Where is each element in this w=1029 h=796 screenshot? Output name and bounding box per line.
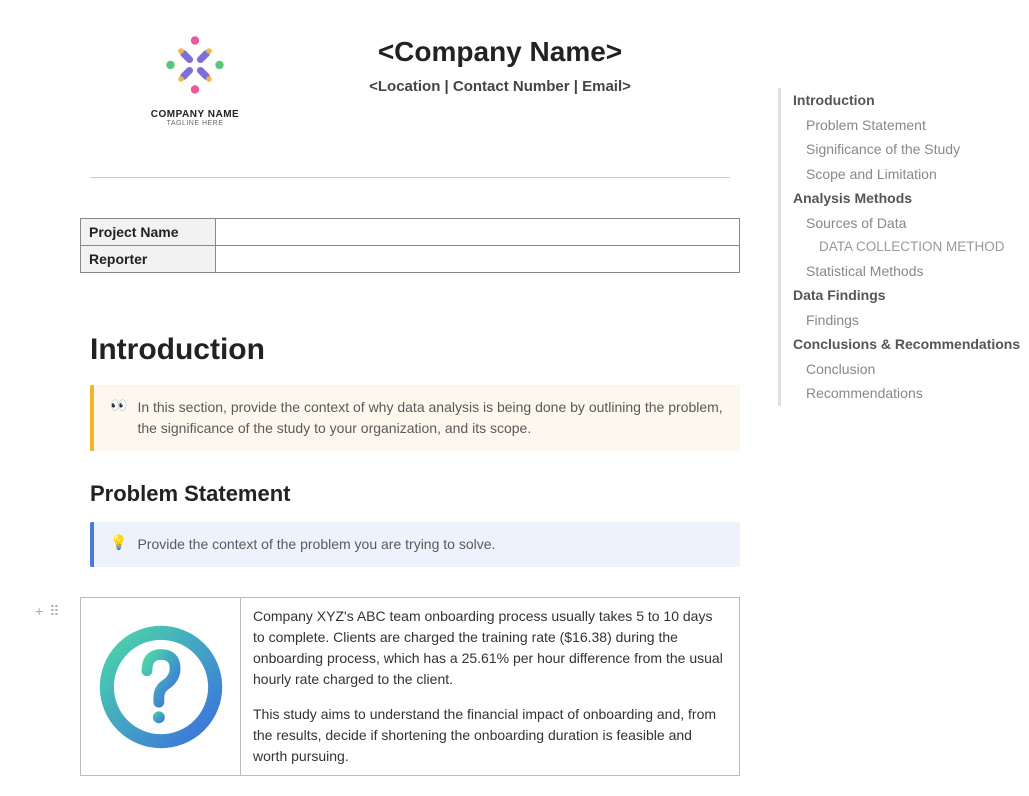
main-content: COMPANY NAME TAGLINE HERE <Company Name>… [0,0,740,796]
toc-item-statistical[interactable]: Statistical Methods [793,259,1008,284]
reporter-label: Reporter [81,246,216,273]
toc-item-recommendations[interactable]: Recommendations [793,381,1008,406]
body-paragraph: Company XYZ's ABC team onboarding proces… [253,606,727,690]
block-controls: + ⠿ [35,603,59,620]
toc-item-data-findings[interactable]: Data Findings [793,283,1008,308]
content-text-cell[interactable]: Company XYZ's ABC team onboarding proces… [241,598,739,775]
callout-text: In this section, provide the context of … [137,397,724,439]
toc-item-conclusion[interactable]: Conclusion [793,357,1008,382]
toc-item-sources[interactable]: Sources of Data [793,211,1008,236]
problem-statement-heading[interactable]: Problem Statement [90,481,740,507]
toc-item-analysis-methods[interactable]: Analysis Methods [793,186,1008,211]
project-name-value[interactable] [216,219,740,246]
add-block-button[interactable]: + [35,603,43,620]
logo-tagline: TAGLINE HERE [130,120,260,127]
logo-company-name: COMPANY NAME [130,109,260,120]
table-row: Reporter [81,246,740,273]
introduction-callout[interactable]: 👀 In this section, provide the context o… [90,385,740,451]
reporter-value[interactable] [216,246,740,273]
callout-text: Provide the context of the problem you a… [137,534,495,555]
project-name-label: Project Name [81,219,216,246]
problem-content-block[interactable]: Company XYZ's ABC team onboarding proces… [80,597,740,776]
table-of-contents: Introduction Problem Statement Significa… [778,88,1008,406]
logo-block: COMPANY NAME TAGLINE HERE [130,30,260,127]
drag-handle-icon[interactable]: ⠿ [49,603,59,620]
company-logo-icon [160,30,230,100]
toc-item-significance[interactable]: Significance of the Study [793,137,1008,162]
header-text: <Company Name> <Location | Contact Numbe… [260,36,740,95]
toc-item-data-collection[interactable]: DATA COLLECTION METHOD [793,235,1008,259]
content-icon-cell [81,598,241,775]
toc-item-problem-statement[interactable]: Problem Statement [793,113,1008,138]
project-info-table: Project Name Reporter [80,218,740,273]
company-title[interactable]: <Company Name> [260,36,740,68]
table-row: Project Name [81,219,740,246]
toc-item-conclusions[interactable]: Conclusions & Recommendations [793,332,1008,357]
question-mark-icon [96,622,226,752]
body-paragraph: This study aims to understand the financ… [253,704,727,767]
lightbulb-icon: 💡 [110,534,127,555]
eyes-icon: 👀 [110,397,127,439]
company-subtitle[interactable]: <Location | Contact Number | Email> [260,78,740,95]
header-divider [90,177,730,178]
toc-item-findings[interactable]: Findings [793,308,1008,333]
toc-item-introduction[interactable]: Introduction [793,88,1008,113]
toc-item-scope[interactable]: Scope and Limitation [793,162,1008,187]
problem-statement-callout[interactable]: 💡 Provide the context of the problem you… [90,522,740,567]
introduction-heading[interactable]: Introduction [90,333,740,367]
document-header: COMPANY NAME TAGLINE HERE <Company Name>… [80,30,740,127]
